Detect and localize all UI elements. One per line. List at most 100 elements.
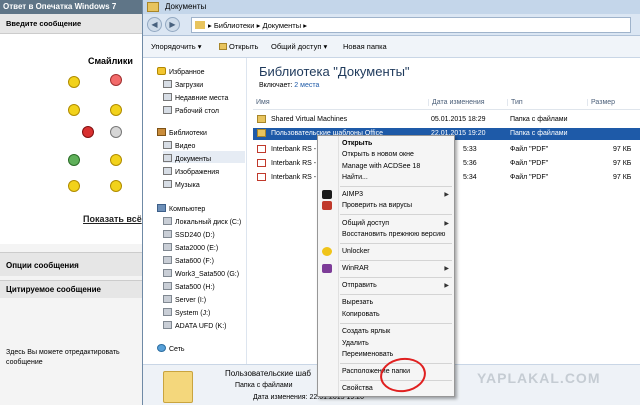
nav-network[interactable]: Сеть xyxy=(157,344,185,353)
smiley-icon[interactable] xyxy=(68,180,80,192)
menu-item-copy[interactable]: Копировать xyxy=(342,311,380,318)
computer-icon xyxy=(157,204,166,212)
breadcrumb-libraries[interactable]: Библиотеки xyxy=(214,21,255,30)
share-button[interactable]: Общий доступ ▾ xyxy=(271,42,327,51)
organize-button[interactable]: Упорядочить ▾ xyxy=(151,42,202,51)
show-all-smileys-link[interactable]: Показать всё xyxy=(83,214,142,224)
nav-drive[interactable]: Server (I:) xyxy=(163,295,206,304)
watermark: YAPLAKAL.COM xyxy=(477,370,601,386)
nav-drive[interactable]: Work3_Sata500 (G:) xyxy=(163,269,239,278)
nav-documents[interactable]: Документы xyxy=(163,154,211,163)
nav-drive[interactable]: Sata500 (H:) xyxy=(163,282,215,291)
menu-item-restore-previous[interactable]: Восстановить прежнюю версию xyxy=(342,231,445,238)
nav-label: Sata2000 (E:) xyxy=(175,245,219,252)
share-label: Общий доступ xyxy=(271,42,322,51)
nav-libraries[interactable]: Библиотеки xyxy=(157,128,207,137)
nav-label: Локальный диск (C:) xyxy=(175,219,242,226)
menu-item-acdsee[interactable]: Manage with ACDSee 18 xyxy=(342,163,420,170)
menu-item-find[interactable]: Найти... xyxy=(342,174,368,181)
menu-item-delete[interactable]: Удалить xyxy=(342,340,369,347)
column-date[interactable]: Дата изменения xyxy=(428,99,485,106)
smiley-icon[interactable] xyxy=(110,154,122,166)
includes-value[interactable]: 2 места xyxy=(294,82,319,89)
smiley-icon[interactable] xyxy=(68,104,80,116)
nav-drive[interactable]: SSD240 (D:) xyxy=(163,230,215,239)
menu-item-unlocker[interactable]: Unlocker xyxy=(342,248,370,255)
nav-label: Sata600 (F:) xyxy=(175,258,214,265)
folder-icon xyxy=(147,2,159,12)
drive-icon xyxy=(163,269,172,277)
smiley-icon[interactable] xyxy=(68,154,80,166)
options-title: Опции сообщения xyxy=(0,252,150,276)
column-type[interactable]: Тип xyxy=(507,99,523,106)
nav-label: Избранное xyxy=(169,69,205,76)
column-name[interactable]: Имя xyxy=(253,99,270,106)
file-type: Файл "PDF" xyxy=(510,146,549,153)
nav-recent[interactable]: Недавние места xyxy=(163,93,228,102)
forward-arrow-icon[interactable]: ▶ xyxy=(165,17,180,32)
aimp-icon xyxy=(322,190,332,199)
nav-favorites[interactable]: Избранное xyxy=(157,67,204,76)
open-button[interactable]: Открыть xyxy=(219,42,258,51)
nav-drive[interactable]: Sata2000 (E:) xyxy=(163,243,218,252)
smiley-icon[interactable] xyxy=(82,126,94,138)
enter-message-title: Введите сообщение xyxy=(0,14,150,34)
file-row[interactable]: Shared Virtual Machines 05.01.2015 18:29… xyxy=(253,114,640,126)
edit-note: Здесь Вы можете отредактировать сообщени… xyxy=(6,349,120,366)
nav-drive[interactable]: System (J:) xyxy=(163,308,210,317)
details-modified-label: Дата изменения: xyxy=(253,394,308,401)
new-folder-button[interactable]: Новая папка xyxy=(343,42,387,51)
nav-label: System (J:) xyxy=(175,310,211,317)
menu-item-winrar[interactable]: WinRAR xyxy=(342,265,369,272)
menu-item-rename[interactable]: Переименовать xyxy=(342,351,393,358)
menu-item-properties[interactable]: Свойства xyxy=(342,385,373,392)
nav-drive[interactable]: Локальный диск (C:) xyxy=(163,217,241,226)
command-toolbar: Упорядочить ▾ Открыть Общий доступ ▾ Нов… xyxy=(143,36,640,58)
file-type: Папка с файлами xyxy=(510,130,568,137)
address-input[interactable]: ▸ Библиотеки ▸ Документы ▸ xyxy=(191,17,631,33)
column-size[interactable]: Размер xyxy=(587,99,615,106)
smiley-icon[interactable] xyxy=(110,74,122,86)
file-size: 97 КБ xyxy=(613,160,632,167)
nav-desktop[interactable]: Рабочий стол xyxy=(163,106,219,115)
pdf-file-icon xyxy=(257,159,266,167)
drive-icon xyxy=(163,230,172,238)
menu-separator xyxy=(340,260,452,261)
folder-icon xyxy=(257,115,266,123)
nav-label: SSD240 (D:) xyxy=(175,232,215,239)
nav-video[interactable]: Видео xyxy=(163,141,195,150)
file-type: Папка с файлами xyxy=(510,116,568,123)
menu-item-send-to[interactable]: Отправить xyxy=(342,282,377,289)
nav-drive[interactable]: Sata600 (F:) xyxy=(163,256,214,265)
nav-pictures[interactable]: Изображения xyxy=(163,167,219,176)
drive-icon xyxy=(163,217,172,225)
smiley-icon[interactable] xyxy=(110,126,122,138)
file-date: 5:33 xyxy=(463,146,477,153)
submenu-arrow-icon: ▶ xyxy=(444,192,449,198)
breadcrumb-documents[interactable]: Документы xyxy=(262,21,301,30)
submenu-arrow-icon: ▶ xyxy=(444,266,449,272)
folder-icon xyxy=(195,21,205,29)
smiley-icon[interactable] xyxy=(110,180,122,192)
menu-item-create-shortcut[interactable]: Создать ярлык xyxy=(342,328,390,335)
menu-item-open[interactable]: Открыть xyxy=(342,140,372,147)
menu-separator xyxy=(340,294,452,295)
smiley-icon[interactable] xyxy=(68,76,80,88)
back-arrow-icon[interactable]: ◀ xyxy=(147,17,162,32)
nav-downloads[interactable]: Загрузки xyxy=(163,80,203,89)
nav-drive[interactable]: ADATA UFD (K:) xyxy=(163,321,226,330)
pdf-file-icon xyxy=(257,145,266,153)
smiley-icon[interactable] xyxy=(110,104,122,116)
drive-icon xyxy=(163,295,172,303)
nav-music[interactable]: Музыка xyxy=(163,180,200,189)
menu-item-scan-virus[interactable]: Проверить на вирусы xyxy=(342,202,412,209)
window-titlebar: Документы xyxy=(143,0,640,14)
menu-item-cut[interactable]: Вырезать xyxy=(342,299,373,306)
nav-label: Музыка xyxy=(175,182,200,189)
nav-label: Изображения xyxy=(175,169,219,176)
large-folder-icon xyxy=(163,371,193,403)
menu-item-open-new-window[interactable]: Открыть в новом окне xyxy=(342,151,414,158)
nav-computer[interactable]: Компьютер xyxy=(157,204,205,213)
menu-item-aimp3[interactable]: AIMP3 xyxy=(342,191,363,198)
menu-item-share[interactable]: Общий доступ xyxy=(342,220,389,227)
